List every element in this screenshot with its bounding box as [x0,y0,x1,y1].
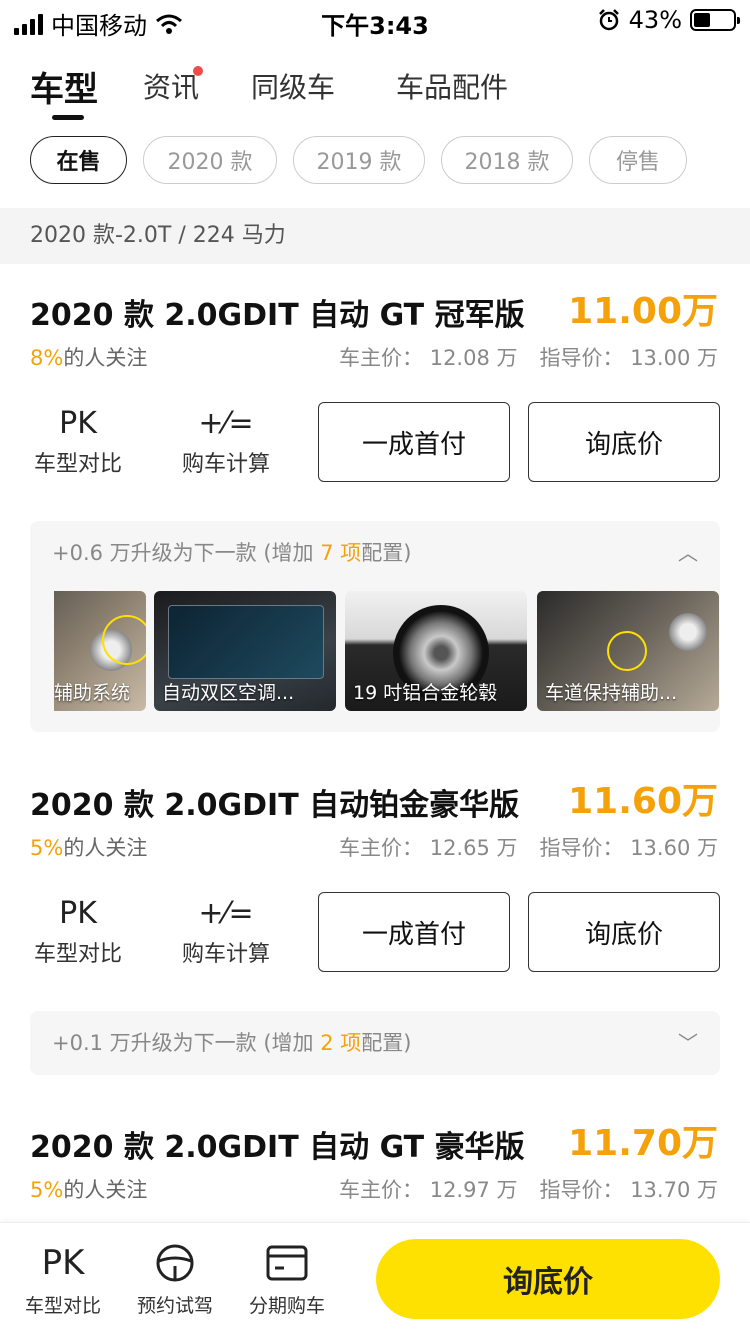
attention-label: 的人关注 [63,1178,148,1202]
pk-icon: PK [59,896,97,931]
inquiry-button[interactable]: 询底价 [528,402,720,482]
year-filter: 在售 2020 款 2019 款 2018 款 停售 [30,136,687,184]
car-title[interactable]: 2020 款 2.0GDIT 自动铂金豪华版 [30,780,519,824]
section-header: 2020 款-2.0T / 224 马力 [0,208,750,264]
battery-percent: 43% [628,6,682,34]
chip-2020[interactable]: 2020 款 [143,136,277,184]
feature-caption: 19 吋铝合金轮毂 [353,682,498,704]
guide-price: 指导价： 13.70 万 [539,1178,718,1202]
inquiry-button[interactable]: 询底价 [528,892,720,972]
feature-thumb[interactable]: 车道保持辅助... [537,591,719,711]
bottom-installment-label: 分期购车 [248,1295,325,1317]
price-info: 车主价： 12.65 万指导价： 13.60 万 [317,832,718,862]
attention-label: 的人关注 [63,836,148,860]
upgrade-prefix: +0.1 万升级为下一款 (增加 [52,1031,321,1055]
inquiry-main-button[interactable]: 询底价 [376,1239,720,1319]
chip-2018[interactable]: 2018 款 [441,136,573,184]
pk-icon: PK [59,406,97,441]
car-price: 11.70万 [568,1123,718,1164]
compare-label: 车型对比 [33,452,122,477]
upgrade-header[interactable]: +0.6 万升级为下一款 (增加 7 项配置) ︿ [30,521,720,585]
attention-rate: 5%的人关注 [30,832,147,862]
price-info: 车主价： 12.08 万指导价： 13.00 万 [317,342,718,372]
tab-news[interactable]: 资讯 [143,66,199,106]
owner-price: 车主价： 12.65 万 [339,836,518,860]
attention-percent: 5% [30,1178,64,1202]
top-tabs: 车型 资讯 同级车 车品配件 [0,58,750,122]
tab-models[interactable]: 车型 [30,62,98,111]
feature-thumb[interactable]: 辅助系统 [54,591,146,711]
calculator-icon: +⁄= [198,406,254,441]
chip-on-sale[interactable]: 在售 [30,136,127,184]
upgrade-panel[interactable]: +0.1 万升级为下一款 (增加 2 项配置) ﹀ [30,1011,720,1075]
compare-action[interactable]: PK 车型对比 [28,896,128,968]
bottom-compare[interactable]: PK 车型对比 [8,1241,118,1318]
upgrade-suffix: 配置) [361,1031,412,1055]
pk-icon: PK [41,1243,85,1283]
feature-caption: 自动双区空调... [162,682,295,704]
chevron-up-icon[interactable]: ︿ [678,521,698,585]
owner-price: 车主价： 12.97 万 [339,1178,518,1202]
calculator-icon: +⁄= [198,896,254,931]
owner-price: 车主价： 12.08 万 [339,346,518,370]
down-payment-button[interactable]: 一成首付 [318,892,510,972]
feature-caption: 辅助系统 [54,682,131,704]
price-info: 车主价： 12.97 万指导价： 13.70 万 [317,1174,718,1204]
calculator-action[interactable]: +⁄= 购车计算 [176,406,276,478]
calculator-label: 购车计算 [181,942,270,967]
card-actions: PK 车型对比 +⁄= 购车计算 一成首付 询底价 [0,892,750,972]
feature-thumb[interactable]: 19 吋铝合金轮毂 [345,591,527,711]
chevron-down-icon[interactable]: ﹀ [678,1011,698,1075]
down-payment-button[interactable]: 一成首付 [318,402,510,482]
card-icon [232,1241,342,1285]
steering-wheel-icon [120,1241,230,1285]
bottom-installment[interactable]: 分期购车 [232,1241,342,1318]
tab-similar-cars[interactable]: 同级车 [251,66,335,106]
alarm-icon [598,9,619,31]
upgrade-header[interactable]: +0.1 万升级为下一款 (增加 2 项配置) ﹀ [30,1011,720,1075]
battery-icon [690,9,740,31]
chip-2019[interactable]: 2019 款 [293,136,425,184]
feature-thumbnails: 辅助系统 自动双区空调... 19 吋铝合金轮毂 车道保持辅助... [54,591,720,713]
calculator-action[interactable]: +⁄= 购车计算 [176,896,276,968]
upgrade-prefix: +0.6 万升级为下一款 (增加 [52,541,321,565]
attention-percent: 5% [30,836,64,860]
car-title[interactable]: 2020 款 2.0GDIT 自动 GT 豪华版 [30,1122,525,1166]
attention-rate: 5%的人关注 [30,1174,147,1204]
attention-percent: 8% [30,346,64,370]
guide-price: 指导价： 13.00 万 [539,346,718,370]
car-price: 11.60万 [568,781,718,822]
attention-rate: 8%的人关注 [30,342,147,372]
guide-price: 指导价： 13.60 万 [539,836,718,860]
feature-thumb[interactable]: 自动双区空调... [154,591,336,711]
calculator-label: 购车计算 [181,452,270,477]
card-actions: PK 车型对比 +⁄= 购车计算 一成首付 询底价 [0,402,750,482]
bottom-bar: PK 车型对比 预约试驾 分期购车 询底价 [0,1222,750,1334]
tab-underline [52,115,84,120]
upgrade-panel[interactable]: +0.6 万升级为下一款 (增加 7 项配置) ︿ 辅助系统 自动双区空调...… [30,521,720,732]
tab-accessories[interactable]: 车品配件 [396,66,508,106]
bottom-test-drive-label: 预约试驾 [136,1295,213,1317]
feature-caption: 车道保持辅助... [545,682,678,704]
compare-action[interactable]: PK 车型对比 [28,406,128,478]
bottom-compare-label: 车型对比 [24,1295,101,1317]
upgrade-suffix: 配置) [361,541,412,565]
upgrade-count: 7 项 [320,541,362,565]
attention-label: 的人关注 [63,346,148,370]
car-title[interactable]: 2020 款 2.0GDIT 自动 GT 冠军版 [30,290,525,334]
upgrade-count: 2 项 [320,1031,362,1055]
compare-label: 车型对比 [33,942,122,967]
bottom-test-drive[interactable]: 预约试驾 [120,1241,230,1318]
status-bar: 中国移动 下午3:43 43% [0,0,750,40]
car-price: 11.00万 [568,291,718,332]
chip-discontinued[interactable]: 停售 [589,136,687,184]
news-badge-dot [193,66,203,76]
